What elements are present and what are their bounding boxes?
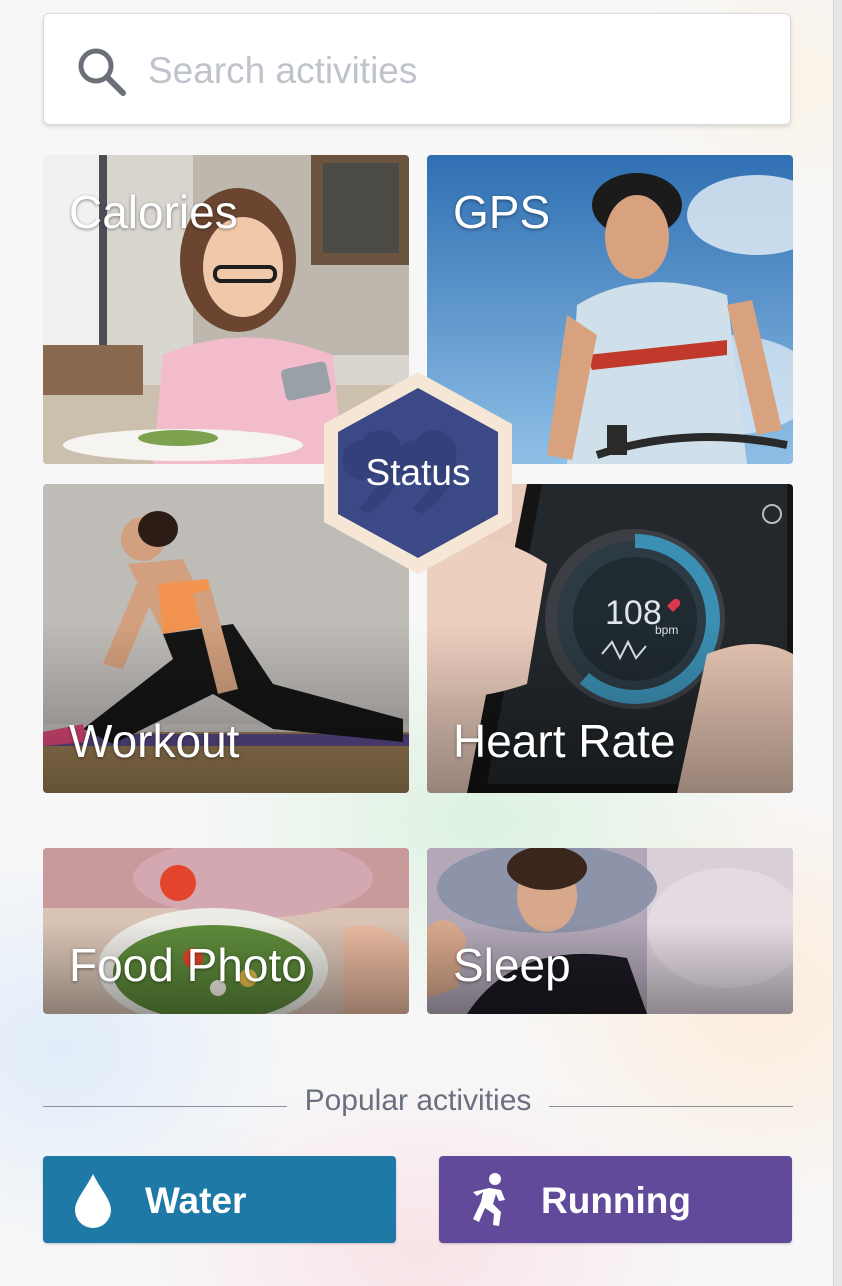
tile-food-photo[interactable]: Food Photo <box>43 848 409 1014</box>
tile-food-photo-label: Food Photo <box>69 939 307 991</box>
running-button-label: Running <box>541 1180 692 1221</box>
running-person-icon <box>473 1173 505 1226</box>
search-input[interactable] <box>146 42 750 100</box>
popular-activities-divider: Popular activities <box>43 1084 793 1120</box>
water-drop-icon <box>75 1174 111 1228</box>
water-button[interactable]: Water <box>43 1156 396 1243</box>
tile-heart-rate-label: Heart Rate <box>453 715 676 767</box>
tile-sleep[interactable]: Sleep <box>427 848 793 1014</box>
status-label: Status <box>365 452 471 493</box>
running-button[interactable]: Running <box>439 1156 792 1243</box>
tile-workout-label: Workout <box>69 715 240 767</box>
tile-gps-label: GPS <box>453 186 551 238</box>
tile-sleep-label: Sleep <box>453 939 571 991</box>
divider-line <box>43 1106 287 1107</box>
tile-calories-label: Calories <box>69 186 238 238</box>
search-bar[interactable] <box>43 13 791 125</box>
water-button-label: Water <box>145 1180 247 1221</box>
divider-line <box>549 1106 793 1107</box>
popular-activities-heading: Popular activities <box>304 1084 532 1117</box>
search-icon <box>78 48 126 96</box>
scrollbar[interactable] <box>833 0 842 1286</box>
status-button[interactable]: Status <box>320 370 516 576</box>
